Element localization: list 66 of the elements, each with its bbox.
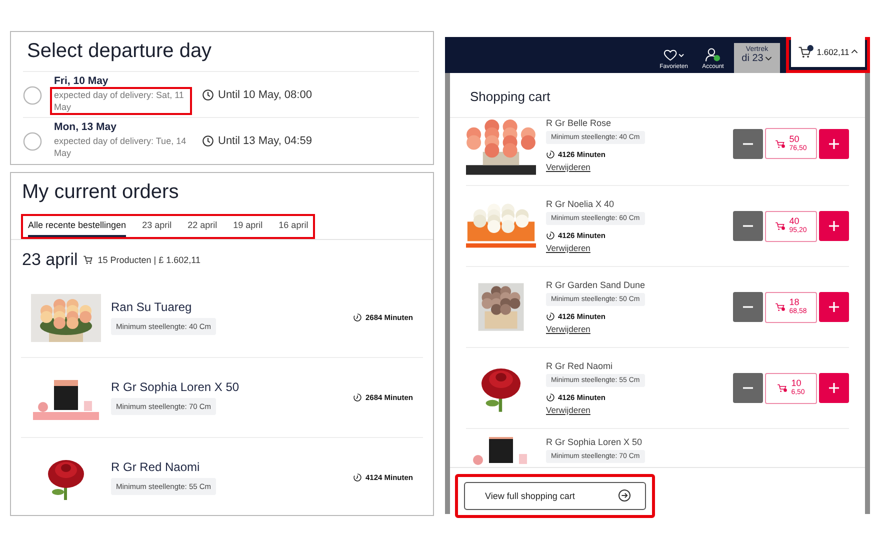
decrease-button[interactable]: [733, 211, 763, 241]
date-tab[interactable]: 23 april: [142, 217, 172, 237]
cart-icon: [798, 44, 815, 58]
product-name: R Gr Red Naomi: [111, 460, 201, 474]
departure-day: Mon, 13 May: [54, 121, 192, 133]
date-tab[interactable]: 19 april: [233, 217, 263, 237]
decrease-button[interactable]: [733, 292, 763, 322]
panel-title: My current orders: [22, 181, 180, 204]
chevron-up-icon: [851, 49, 858, 54]
product-name: Ran Su Tuareg: [111, 300, 193, 314]
view-cart-button[interactable]: View full shopping cart: [464, 482, 646, 510]
panel-title: Select departure day: [27, 40, 213, 63]
timer-icon: [353, 393, 362, 402]
quantity-value: 18: [789, 298, 800, 307]
clock-icon: [202, 89, 214, 101]
arrow-right-icon: [618, 489, 631, 502]
cart-button[interactable]: 1.602,11: [791, 36, 865, 67]
cart-icon: [777, 383, 788, 393]
increase-button[interactable]: [819, 292, 849, 322]
timer-icon: [546, 393, 555, 402]
timer-icon: [353, 473, 362, 482]
remove-link[interactable]: Verwijderen: [546, 405, 590, 415]
departure-day: Fri, 10 May: [54, 75, 192, 87]
increase-button[interactable]: [819, 128, 849, 158]
quantity-value: 40: [789, 217, 800, 226]
date-tab[interactable]: 22 april: [188, 217, 218, 237]
delivery-note: expected day of delivery: Sat, 11 May: [50, 87, 192, 115]
chevron-down-icon: [765, 56, 772, 61]
delivery-note: expected day of delivery: Tue, 14 May: [53, 135, 188, 160]
radio-button[interactable]: [23, 132, 42, 150]
cart-icon: [775, 221, 786, 231]
date-tab[interactable]: 16 april: [278, 217, 308, 237]
deadline-text: Until 10 May, 08:00: [218, 89, 312, 101]
remove-link[interactable]: Verwijderen: [546, 324, 590, 334]
timer-icon: [546, 150, 555, 159]
increase-button[interactable]: [819, 373, 849, 403]
remove-link[interactable]: Verwijderen: [546, 162, 590, 172]
deadline-text: Until 13 May, 04:59: [218, 135, 312, 147]
timer-icon: [546, 231, 555, 240]
decrease-button[interactable]: [733, 128, 763, 158]
timer-icon: [546, 312, 555, 321]
product-name: R Gr Sophia Loren X 50: [111, 380, 240, 394]
cart-icon: [775, 138, 786, 148]
order-date: 23 april: [22, 250, 78, 270]
plus-icon: [828, 220, 840, 232]
remove-link[interactable]: Verwijderen: [546, 243, 590, 253]
cart-icon: [775, 302, 786, 312]
clock-icon: [202, 135, 214, 147]
heart-icon: [662, 48, 685, 62]
order-summary: 15 Producten | £ 1.602,11: [98, 255, 201, 265]
plus-icon: [828, 138, 840, 150]
increase-button[interactable]: [819, 211, 849, 241]
plus-icon: [828, 382, 840, 394]
decrease-button[interactable]: [733, 373, 763, 403]
product-name: R Gr Sophia Loren X 50: [546, 437, 642, 447]
plus-icon: [828, 301, 840, 313]
quantity-value: 10: [791, 379, 802, 388]
product-name: R Gr Red Naomi: [546, 361, 613, 371]
cart-icon: [82, 255, 93, 265]
quantity-value: 50: [789, 134, 800, 144]
product-name: R Gr Garden Sand Dune: [546, 280, 646, 290]
product-name: R Gr Noelia X 40: [546, 199, 614, 209]
date-tab[interactable]: Alle recente bestellingen: [28, 217, 126, 237]
product-name: R Gr Belle Rose: [546, 118, 612, 128]
timer-icon: [353, 313, 362, 322]
radio-button[interactable]: [23, 86, 42, 104]
